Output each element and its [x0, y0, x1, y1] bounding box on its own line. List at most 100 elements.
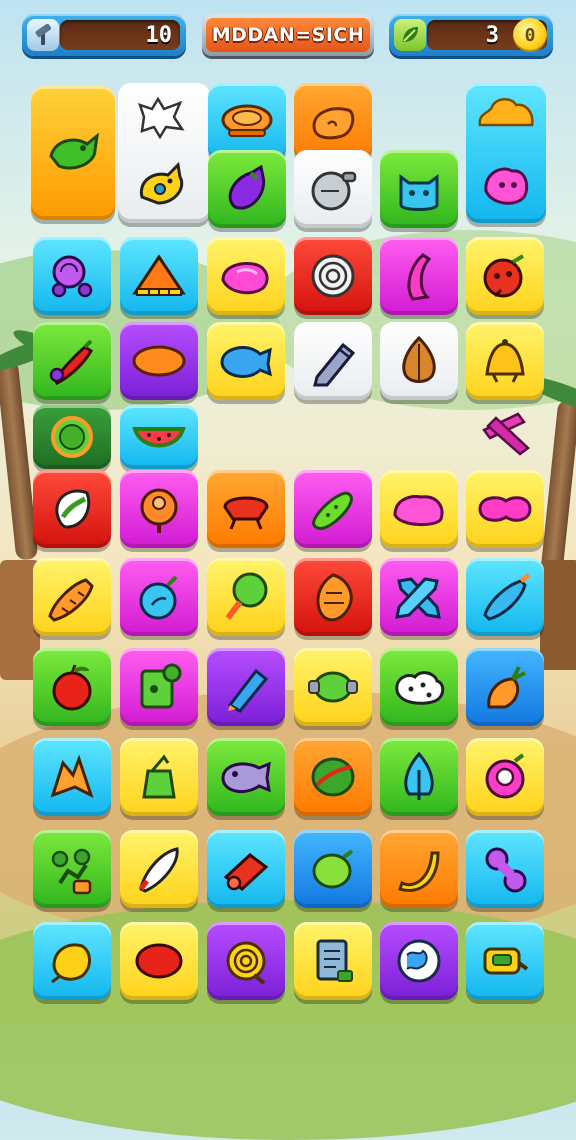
tile-cyan-pair[interactable]	[466, 83, 546, 223]
tile-blue-fruit[interactable]	[120, 558, 198, 636]
tile-purple-fish[interactable]	[207, 738, 285, 816]
tile-red-log[interactable]	[207, 830, 285, 908]
tile-green-leaf[interactable]	[33, 470, 111, 548]
grey-pot-icon	[311, 171, 357, 211]
red-berry-icon	[135, 943, 183, 979]
tile-yellow-tape[interactable]	[466, 922, 544, 1000]
globe-icon	[397, 939, 441, 983]
tile-green-lemon[interactable]	[294, 830, 372, 908]
tile-purple-snail[interactable]	[33, 237, 111, 315]
tile-onion[interactable]	[380, 322, 458, 400]
green-fish-icon	[49, 132, 100, 170]
tile-purple-eggplant[interactable]	[208, 150, 286, 228]
green-melon-icon	[311, 757, 355, 797]
grey-pencil-icon	[313, 342, 356, 387]
pink-banana-icon	[407, 253, 432, 301]
purple-fish-icon	[221, 761, 271, 794]
tile-board	[0, 0, 576, 1024]
tile-green-bag[interactable]	[120, 738, 198, 816]
blue-fruit-icon	[139, 575, 178, 620]
tile-pink-cross[interactable]	[478, 408, 534, 462]
green-card-icon	[140, 663, 182, 709]
tile-white-group[interactable]	[118, 83, 210, 223]
tile-orange-gem[interactable]	[120, 470, 198, 548]
tile-orange-disc[interactable]	[120, 322, 198, 400]
tile-carrot[interactable]	[33, 558, 111, 636]
tile-watermelon[interactable]	[120, 405, 198, 469]
tile-green-card[interactable]	[120, 648, 198, 726]
blue-tree-icon	[404, 751, 434, 800]
tile-orange-leaf[interactable]	[33, 738, 111, 816]
tile-pink-bean[interactable]	[466, 470, 544, 548]
pink-slime-icon	[393, 495, 444, 526]
tile-pink-banana[interactable]	[380, 237, 458, 315]
tile-white-cookie[interactable]	[380, 648, 458, 726]
tile-yellow-drop[interactable]	[33, 922, 111, 1000]
tile-flower-pot[interactable]	[33, 830, 111, 908]
tile-globe[interactable]	[380, 922, 458, 1000]
yellow-drop-icon	[51, 943, 91, 984]
orange-radish-icon	[487, 666, 526, 709]
tile-yellow-banana[interactable]	[380, 830, 458, 908]
white-cookie-icon	[395, 671, 445, 705]
yellow-tape-icon	[483, 947, 529, 975]
tile-blue-rocket[interactable]	[466, 558, 544, 636]
blue-pen-icon	[227, 668, 269, 713]
orange-blob-icon	[476, 95, 536, 135]
tile-red-bug[interactable]	[466, 237, 544, 315]
tile-white-feather[interactable]	[120, 830, 198, 908]
green-lollipop-icon	[225, 572, 268, 620]
tile-green-melon[interactable]	[294, 738, 372, 816]
tile-red-crab[interactable]	[207, 470, 285, 548]
tile-orange-nut[interactable]	[294, 558, 372, 636]
tile-purple-bone[interactable]	[466, 830, 544, 908]
note-page-icon	[316, 939, 353, 982]
flower-pot-icon	[51, 848, 92, 895]
tile-triangle-ruler[interactable]	[120, 237, 198, 315]
tile-yellow-spiral[interactable]	[207, 922, 285, 1000]
tile-blue-bone[interactable]	[380, 558, 458, 636]
yellow-bird-icon	[136, 159, 188, 209]
red-apple-icon	[52, 664, 92, 711]
blue-bone-icon	[395, 577, 441, 619]
red-log-icon	[223, 853, 269, 891]
tile-green-fish[interactable]	[31, 86, 115, 220]
pink-cross-icon	[482, 412, 530, 456]
bell-icon	[485, 339, 525, 383]
green-ring-icon	[51, 416, 93, 458]
triangle-ruler-icon	[132, 254, 186, 296]
tile-green-ring[interactable]	[33, 405, 111, 469]
tile-blue-tree[interactable]	[380, 738, 458, 816]
tile-red-apple[interactable]	[33, 648, 111, 726]
orange-disc-icon	[132, 345, 186, 377]
purple-bone-icon	[485, 847, 527, 893]
tile-grey-pot[interactable]	[294, 150, 372, 228]
tile-grey-pencil[interactable]	[294, 322, 372, 400]
blue-rocket-icon	[483, 573, 531, 621]
tile-red-berry[interactable]	[120, 922, 198, 1000]
tile-pink-lip[interactable]	[207, 237, 285, 315]
spiral-shell-icon	[311, 254, 355, 298]
chili-pepper-icon	[49, 339, 93, 386]
tile-green-ring-bead[interactable]	[294, 648, 372, 726]
pink-face-icon	[480, 161, 532, 207]
tile-spiral-shell[interactable]	[294, 237, 372, 315]
tile-chili-pepper[interactable]	[33, 322, 111, 400]
tile-blue-fish[interactable]	[207, 322, 285, 400]
orange-gem-icon	[140, 488, 178, 533]
tile-pink-donut[interactable]	[466, 738, 544, 816]
tile-bell[interactable]	[466, 322, 544, 400]
tile-note-page[interactable]	[294, 922, 372, 1000]
blue-fish-icon	[220, 346, 273, 378]
pink-lip-icon	[221, 262, 269, 295]
tile-green-lollipop[interactable]	[207, 558, 285, 636]
tile-pink-slime[interactable]	[380, 470, 458, 548]
watermelon-icon	[132, 427, 186, 448]
purple-snail-icon	[51, 255, 93, 298]
tile-orange-radish[interactable]	[466, 648, 544, 726]
tile-blue-pen[interactable]	[207, 648, 285, 726]
tile-green-pickle[interactable]	[294, 470, 372, 548]
tile-blue-cat[interactable]	[380, 150, 458, 228]
red-bug-icon	[483, 254, 525, 298]
green-lemon-icon	[312, 849, 354, 889]
